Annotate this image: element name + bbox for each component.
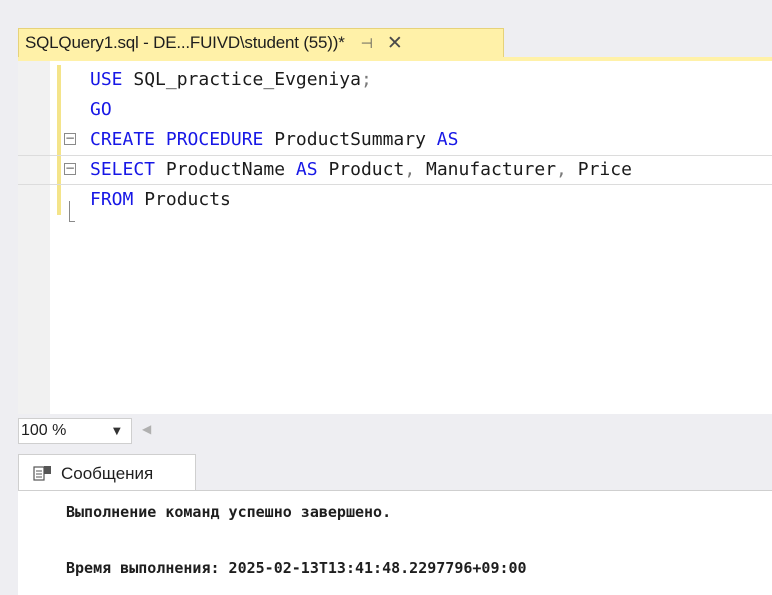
sql-token: , xyxy=(556,159,567,180)
collapse-icon[interactable]: − xyxy=(64,132,76,145)
messages-icon xyxy=(33,465,53,483)
messages-panel[interactable]: Выполнение команд успешно завершено. Вре… xyxy=(18,490,772,595)
sql-token: ; xyxy=(360,69,372,90)
sql-token: Price xyxy=(566,159,632,180)
message-line: Выполнение команд успешно завершено. xyxy=(66,503,392,521)
fold-guide-end xyxy=(69,221,75,222)
close-icon[interactable]: ✕ xyxy=(387,34,403,53)
sql-keyword: USE xyxy=(90,69,123,90)
fold-guide xyxy=(69,201,70,221)
zoom-bar: 100 % ▼ ◀ xyxy=(18,414,772,450)
sql-token: Products xyxy=(133,189,231,210)
sql-token: ProductName xyxy=(155,159,296,180)
pin-icon[interactable]: ⊣ xyxy=(361,35,373,52)
zoom-value: 100 % xyxy=(21,422,67,439)
messages-tab-label: Сообщения xyxy=(61,463,154,483)
document-tab-strip: SQLQuery1.sql - DE...FUIVD\student (55))… xyxy=(0,0,772,62)
query-editor[interactable]: USE SQL_practice_Evgeniya; GO − CREATE PROC… xyxy=(18,61,772,414)
sql-keyword: AS xyxy=(436,129,459,150)
code-line[interactable]: − CREATE PROCEDURE ProductSummary AS xyxy=(64,125,632,155)
code-lines[interactable]: USE SQL_practice_Evgeniya; GO − CREATE PROC… xyxy=(64,65,632,215)
sql-token: Product xyxy=(317,159,405,180)
scroll-left-icon[interactable]: ◀ xyxy=(142,422,151,436)
tab-messages[interactable]: Сообщения xyxy=(18,454,196,492)
code-text: USE SQL_practice_Evgeniya; xyxy=(64,69,372,90)
sql-token: Manufacturer xyxy=(415,159,557,180)
code-line[interactable]: GO xyxy=(64,95,632,125)
message-line: Время выполнения: 2025-02-13T13:41:48.22… xyxy=(66,559,527,577)
document-tab-title: SQLQuery1.sql - DE...FUIVD\student (55))… xyxy=(25,33,345,52)
code-text: CREATE PROCEDURE ProductSummary AS xyxy=(64,129,458,150)
code-line[interactable]: USE SQL_practice_Evgeniya; xyxy=(64,65,632,95)
sql-keyword: CREATE PROCEDURE xyxy=(90,129,264,150)
editor-margin xyxy=(18,61,50,414)
sql-keyword: FROM xyxy=(90,189,134,210)
change-tracking-bar xyxy=(57,65,61,215)
sql-keyword: SELECT xyxy=(90,159,156,180)
code-text: GO xyxy=(64,99,112,120)
code-text: SELECT ProductName AS Product, Manufactu… xyxy=(64,159,632,180)
zoom-dropdown[interactable]: 100 % ▼ xyxy=(18,418,132,444)
sql-token: ProductSummary xyxy=(263,129,437,150)
code-line[interactable]: − SELECT ProductName AS Product, Manufact… xyxy=(64,155,632,185)
code-text: FROM Products xyxy=(64,189,231,210)
chevron-down-icon[interactable]: ▼ xyxy=(113,426,121,437)
code-line[interactable]: FROM Products xyxy=(64,185,632,215)
sql-keyword: AS xyxy=(295,159,318,180)
sql-token: , xyxy=(404,159,416,180)
sql-token: SQL_practice_Evgeniya xyxy=(122,69,361,90)
results-tab-bar: Сообщения xyxy=(18,450,772,492)
collapse-icon[interactable]: − xyxy=(64,162,76,175)
sql-keyword: GO xyxy=(90,99,112,120)
document-tab[interactable]: SQLQuery1.sql - DE...FUIVD\student (55))… xyxy=(18,28,504,58)
